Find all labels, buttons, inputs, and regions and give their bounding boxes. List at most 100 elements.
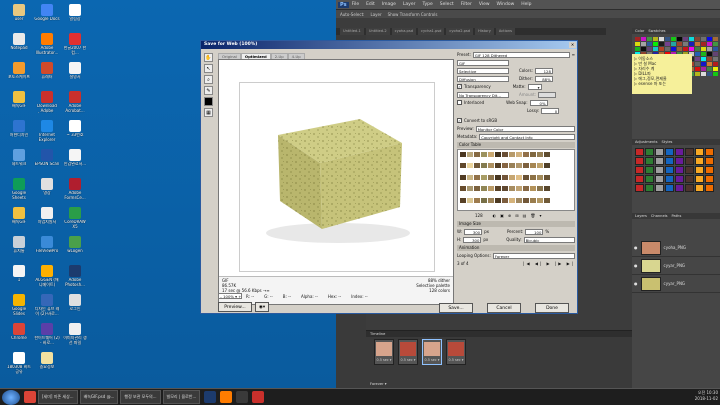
color-table-cell[interactable] bbox=[530, 186, 536, 192]
color-table-cell[interactable] bbox=[523, 186, 529, 192]
swatch[interactable] bbox=[683, 42, 688, 46]
swatch[interactable] bbox=[707, 52, 712, 56]
swatch[interactable] bbox=[659, 42, 664, 46]
eye-icon[interactable]: ● bbox=[634, 263, 638, 268]
browser-icon[interactable]: ◉▾ bbox=[255, 302, 269, 312]
style-swatch[interactable] bbox=[635, 148, 644, 156]
preset-select[interactable]: GIF 128 Dithered bbox=[472, 51, 570, 58]
swatch[interactable] bbox=[653, 37, 658, 41]
swatch[interactable] bbox=[689, 42, 694, 46]
desktop-icon[interactable]: 포토스케이프 bbox=[6, 62, 32, 89]
swatch[interactable] bbox=[713, 72, 718, 76]
swatch[interactable] bbox=[671, 37, 676, 41]
ps-menu-item[interactable]: Layer bbox=[403, 2, 416, 7]
preview-mode-select[interactable]: Monitor Color bbox=[475, 125, 575, 132]
color-table-cell[interactable] bbox=[467, 197, 473, 203]
desktop-icon[interactable]: Internet Explorer bbox=[34, 120, 60, 147]
color-table-cell[interactable] bbox=[460, 186, 466, 192]
swatch[interactable] bbox=[707, 42, 712, 46]
desktop-icon[interactable]: CoreDRAW X5 bbox=[62, 207, 88, 234]
swatch[interactable] bbox=[665, 42, 670, 46]
style-swatch[interactable] bbox=[705, 157, 714, 165]
panel-tab[interactable]: Channels bbox=[651, 213, 668, 219]
color-table-cell[interactable] bbox=[544, 197, 550, 203]
swatch[interactable] bbox=[707, 67, 712, 71]
style-swatch[interactable] bbox=[695, 184, 704, 192]
color-table-cell[interactable] bbox=[474, 174, 480, 180]
dither-algo-select[interactable]: Diffusion bbox=[457, 75, 509, 82]
timeline-frame[interactable]: 0.5 sec ▾ bbox=[422, 339, 442, 365]
style-swatch[interactable] bbox=[665, 166, 674, 174]
chrome-icon[interactable] bbox=[24, 391, 36, 403]
swatch[interactable] bbox=[707, 57, 712, 61]
color-table-cell[interactable] bbox=[509, 174, 515, 180]
transparency-dither-select[interactable]: No Transparency Dit... bbox=[457, 91, 509, 98]
style-swatch[interactable] bbox=[685, 157, 694, 165]
color-table-cell[interactable] bbox=[544, 152, 550, 157]
desktop-icon[interactable]: 1 bbox=[6, 265, 32, 292]
system-clock[interactable]: 오전 10:30 2018-11-02 bbox=[695, 390, 718, 402]
color-table-cell[interactable] bbox=[495, 174, 501, 180]
swatch[interactable] bbox=[713, 42, 718, 46]
color-table-cell[interactable] bbox=[537, 174, 543, 180]
panel-tab[interactable]: Paths bbox=[672, 213, 682, 219]
toggle-slices-icon[interactable]: ▦ bbox=[204, 108, 213, 117]
desktop-icon[interactable]: Google Docs bbox=[34, 4, 60, 31]
color-table-cell[interactable] bbox=[460, 152, 466, 157]
ps-option[interactable]: Layer bbox=[371, 12, 382, 17]
zoom-tool-icon[interactable]: ⌕ bbox=[204, 75, 213, 84]
swatch[interactable] bbox=[677, 42, 682, 46]
desktop-icon[interactable]: 중요정보 bbox=[34, 352, 60, 379]
swatch[interactable] bbox=[647, 37, 652, 41]
swatch[interactable] bbox=[695, 72, 700, 76]
ps-menu-item[interactable]: Select bbox=[440, 2, 454, 7]
swatch[interactable] bbox=[695, 37, 700, 41]
desktop-icon[interactable]: 배녹GIF bbox=[6, 91, 32, 118]
color-table-cell[interactable] bbox=[467, 163, 473, 169]
color-table-cell[interactable] bbox=[488, 197, 494, 203]
color-table-cell[interactable] bbox=[502, 197, 508, 203]
ps-menu-item[interactable]: Edit bbox=[366, 2, 375, 7]
color-table-cell[interactable] bbox=[509, 163, 515, 169]
swatch[interactable] bbox=[701, 37, 706, 41]
style-swatch[interactable] bbox=[635, 184, 644, 192]
color-table-cell[interactable] bbox=[530, 163, 536, 169]
ps-menu-item[interactable]: View bbox=[479, 2, 490, 7]
slice-select-icon[interactable]: ↖ bbox=[204, 64, 213, 73]
ps-doc-tab[interactable]: Untitled-1 bbox=[340, 28, 364, 35]
color-table-cell[interactable] bbox=[481, 152, 487, 157]
style-swatch[interactable] bbox=[665, 148, 674, 156]
swatch[interactable] bbox=[695, 47, 700, 51]
panel-tab[interactable]: Layers bbox=[635, 213, 647, 219]
swatch[interactable] bbox=[707, 47, 712, 51]
color-table-cell[interactable] bbox=[523, 197, 529, 203]
desktop-icon[interactable]: 휴지통 bbox=[6, 236, 32, 263]
color-table-cell[interactable] bbox=[467, 152, 473, 157]
style-swatch[interactable] bbox=[635, 157, 644, 165]
swatch[interactable] bbox=[689, 47, 694, 51]
style-swatch[interactable] bbox=[685, 148, 694, 156]
colors-input[interactable]: 128 bbox=[534, 67, 553, 74]
frame-delay[interactable]: 0.5 sec ▾ bbox=[375, 358, 393, 362]
desktop-icon[interactable]: wLogen bbox=[62, 236, 88, 263]
convert-srgb-checkbox[interactable]: ✓ bbox=[457, 118, 462, 123]
desktop-icon[interactable]: ALGGEN (애니메이트) bbox=[34, 265, 60, 292]
color-table-cell[interactable] bbox=[516, 197, 522, 203]
swatch[interactable] bbox=[659, 47, 664, 51]
color-table-cell[interactable] bbox=[544, 163, 550, 169]
color-table-cell[interactable] bbox=[544, 174, 550, 180]
style-swatch[interactable] bbox=[675, 184, 684, 192]
cancel-button[interactable]: Cancel bbox=[487, 303, 521, 313]
style-swatch[interactable] bbox=[645, 166, 654, 174]
color-table-cell[interactable] bbox=[537, 197, 543, 203]
desktop-icon[interactable]: 안감완료서... bbox=[62, 149, 88, 176]
color-table-cell[interactable] bbox=[495, 163, 501, 169]
panel-tab[interactable]: Swatches bbox=[648, 28, 665, 34]
style-swatch[interactable] bbox=[655, 157, 664, 165]
desktop-icon[interactable]: 알림장 bbox=[62, 4, 88, 31]
color-table-cell[interactable] bbox=[474, 163, 480, 169]
desktop-icon[interactable]: 한글2007 한컴... bbox=[62, 33, 88, 60]
style-swatch[interactable] bbox=[705, 184, 714, 192]
frame-delay[interactable]: 0.5 sec ▾ bbox=[447, 358, 465, 362]
interlaced-checkbox[interactable] bbox=[457, 100, 462, 105]
